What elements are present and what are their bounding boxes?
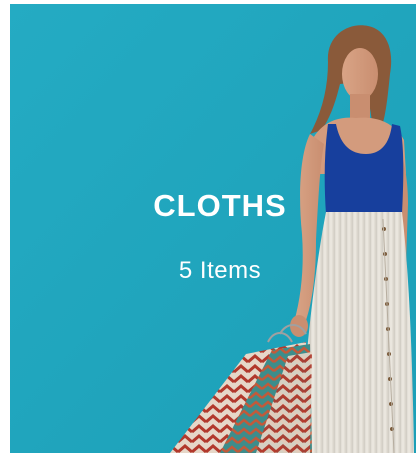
card-overlay bbox=[10, 4, 416, 453]
category-item-count: 5 Items bbox=[178, 257, 262, 284]
category-title: CLOTHS bbox=[153, 188, 287, 223]
category-card-cloths[interactable]: CLOTHS 5 Items bbox=[10, 4, 416, 453]
